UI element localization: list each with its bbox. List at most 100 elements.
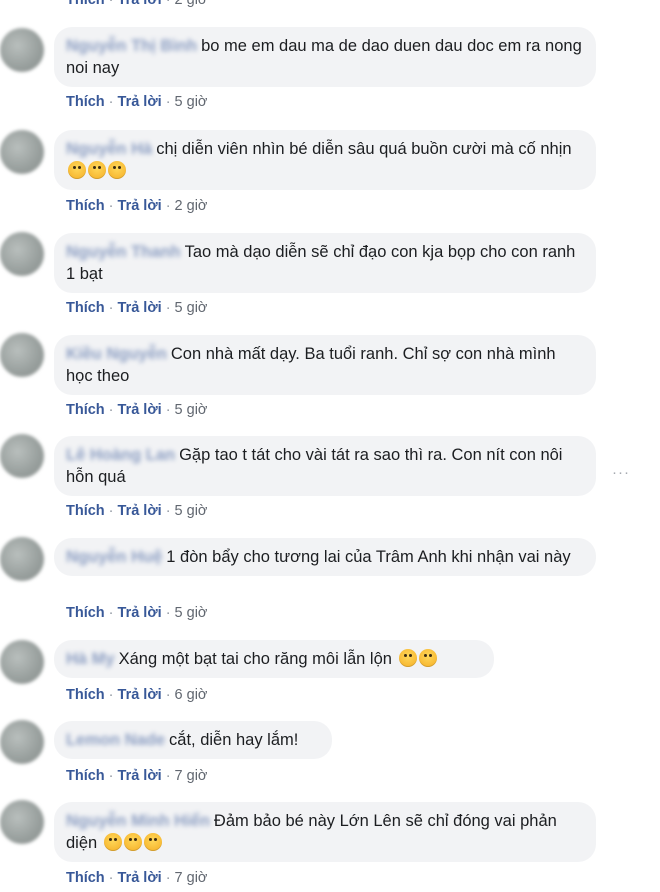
eye-roll-emoji-icon (418, 649, 437, 667)
reply-button[interactable]: Trả lời (118, 503, 162, 519)
comment-time[interactable]: 5 giờ (175, 402, 208, 418)
comment-time[interactable]: 7 giờ (175, 870, 208, 886)
comment-bubble: Nguyễn Minh Hiển Đảm bảo bé này Lớn Lên s… (54, 802, 596, 862)
separator: · (108, 198, 114, 214)
comment-bubble: Kiều Nguyễn Con nhà mất dạy. Ba tuổi ranh… (54, 335, 596, 395)
comment-author[interactable]: Kiều Nguyễn (66, 345, 167, 363)
reply-button[interactable]: Trả lời (118, 94, 162, 110)
comment-bubble: Hà My Xáng một bạt tai cho răng môi lẫn l… (54, 640, 494, 678)
astonished-emoji-icon (143, 833, 162, 851)
comment-time[interactable]: 7 giờ (175, 768, 208, 784)
comment-author[interactable]: Lemon Nade (66, 731, 165, 749)
separator: · (165, 687, 171, 703)
comment-text: Xáng một bạt tai cho răng môi lẫn lộn (118, 650, 392, 668)
comment-actions: Thích · Trả lời · 5 giờ (66, 300, 207, 316)
eye-roll-emoji-icon (398, 649, 417, 667)
separator: · (108, 687, 114, 703)
reply-button[interactable]: Trả lời (118, 870, 162, 886)
reply-button[interactable]: Trả lời (118, 687, 162, 703)
separator: · (108, 768, 114, 784)
comment-time[interactable]: 5 giờ (175, 503, 208, 519)
separator: · (165, 402, 171, 418)
comment-author[interactable]: Nguyễn Huệ (66, 548, 162, 566)
like-button[interactable]: Thích (66, 0, 105, 8)
avatar[interactable] (0, 232, 44, 276)
astonished-emoji-icon (103, 833, 122, 851)
comment-bubble: Nguyễn Hà chị diễn viên nhìn bé diễn sâu … (54, 130, 596, 190)
comment-actions: Thích · Trả lời · 5 giờ (66, 605, 207, 621)
reply-button[interactable]: Trả lời (118, 0, 162, 8)
reply-button[interactable]: Trả lời (118, 198, 162, 214)
comment-thread: Thích · Trả lời · 2 giờ Nguyễn Thị Bình bo me… (0, 0, 660, 892)
avatar[interactable] (0, 434, 44, 478)
avatar[interactable] (0, 537, 44, 581)
separator: · (165, 768, 171, 784)
comment-text: cắt, diễn hay lắm! (169, 731, 299, 749)
comment-time[interactable]: 5 giờ (175, 605, 208, 621)
avatar[interactable] (0, 800, 44, 844)
comment-time[interactable]: 2 giờ (175, 0, 208, 8)
separator: · (108, 503, 114, 519)
more-options-icon[interactable]: ··· (612, 464, 630, 481)
comment-author[interactable]: Nguyễn Hà (66, 140, 152, 158)
separator: · (165, 503, 171, 519)
avatar[interactable] (0, 720, 44, 764)
reply-button[interactable]: Trả lời (118, 768, 162, 784)
like-button[interactable]: Thích (66, 768, 105, 784)
separator: · (165, 605, 171, 621)
comment-author[interactable]: Nguyễn Minh Hiển (66, 812, 210, 830)
separator: · (108, 0, 114, 8)
comment-bubble: Nguyễn Thanh Tao mà dạo diễn sẽ chỉ đạo c… (54, 233, 596, 293)
reply-button[interactable]: Trả lời (118, 300, 162, 316)
comment-bubble: Lemon Nade cắt, diễn hay lắm! (54, 721, 332, 759)
comment-time[interactable]: 6 giờ (175, 687, 208, 703)
comment-author[interactable]: Nguyễn Thị Bình (66, 37, 197, 55)
avatar[interactable] (0, 333, 44, 377)
like-button[interactable]: Thích (66, 687, 105, 703)
laughing-emoji-icon (68, 161, 86, 179)
astonished-emoji-icon (123, 833, 142, 851)
laughing-emoji-icon (88, 161, 106, 179)
comment-time[interactable]: 5 giờ (175, 94, 208, 110)
like-button[interactable]: Thích (66, 402, 105, 418)
separator: · (108, 94, 114, 110)
comment-actions: Thích · Trả lời · 7 giờ (66, 768, 207, 784)
comment-text: chị diễn viên nhìn bé diễn sâu quá buồn … (156, 140, 572, 158)
separator: · (165, 94, 171, 110)
laughing-emoji-icon (108, 161, 126, 179)
separator: · (165, 300, 171, 316)
avatar[interactable] (0, 28, 44, 72)
reply-button[interactable]: Trả lời (118, 402, 162, 418)
like-button[interactable]: Thích (66, 503, 105, 519)
separator: · (165, 198, 171, 214)
comment-bubble: Nguyễn Thị Bình bo me em dau ma de dao du… (54, 27, 596, 87)
reply-button[interactable]: Trả lời (118, 605, 162, 621)
separator: · (165, 870, 171, 886)
comment-actions: Thích · Trả lời · 6 giờ (66, 687, 207, 703)
separator: · (165, 0, 171, 8)
comment-actions: Thích · Trả lời · 2 giờ (66, 0, 207, 8)
like-button[interactable]: Thích (66, 198, 105, 214)
like-button[interactable]: Thích (66, 870, 105, 886)
separator: · (108, 870, 114, 886)
comment-time[interactable]: 2 giờ (175, 198, 208, 214)
comment-bubble: Nguyễn Huệ 1 đòn bẩy cho tương lai của Tr… (54, 538, 596, 576)
comment-actions: Thích · Trả lời · 7 giờ (66, 870, 207, 886)
like-button[interactable]: Thích (66, 605, 105, 621)
comment-time[interactable]: 5 giờ (175, 300, 208, 316)
separator: · (108, 402, 114, 418)
comment-bubble: Lê Hoàng Lan Gặp tao t tát cho vài tát ra… (54, 436, 596, 496)
comment-author[interactable]: Lê Hoàng Lan (66, 446, 175, 464)
avatar[interactable] (0, 640, 44, 684)
comment-author[interactable]: Nguyễn Thanh (66, 243, 181, 261)
comment-text: 1 đòn bẩy cho tương lai của Trâm Anh khi… (166, 548, 571, 566)
avatar[interactable] (0, 130, 44, 174)
comment-author[interactable]: Hà My (66, 650, 115, 668)
comment-actions: Thích · Trả lời · 5 giờ (66, 402, 207, 418)
comment-actions: Thích · Trả lời · 5 giờ (66, 503, 207, 519)
separator: · (108, 300, 114, 316)
like-button[interactable]: Thích (66, 94, 105, 110)
comment-actions: Thích · Trả lời · 5 giờ (66, 94, 207, 110)
separator: · (108, 605, 114, 621)
like-button[interactable]: Thích (66, 300, 105, 316)
